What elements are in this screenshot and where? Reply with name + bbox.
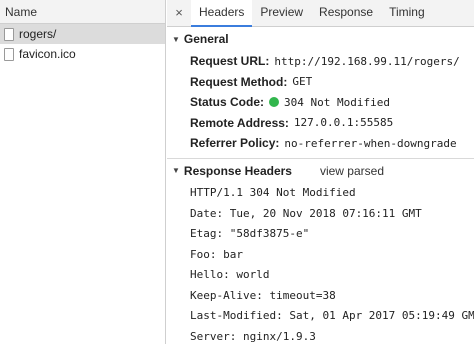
header-value: http://192.168.99.11/rogers/ [274,54,460,68]
header-key: Referrer Policy: [190,136,280,151]
triangle-down-icon: ▼ [172,34,180,44]
view-parsed-link[interactable]: view parsed [320,164,384,178]
remote-address-row: Remote Address: 127.0.0.1:55585 [167,113,474,134]
referrer-policy-row: Referrer Policy: no-referrer-when-downgr… [167,133,474,154]
request-list-panel: Name rogers/ favicon.ico [0,0,166,344]
response-headers-title: Response Headers [183,163,292,178]
status-dot-icon [269,97,280,108]
tab-timing[interactable]: Timing [381,0,433,26]
raw-header-line: Date: Tue, 20 Nov 2018 07:16:11 GMT [190,206,422,220]
file-icon [4,47,14,61]
details-tabbar: × Headers Preview Response Timing [167,0,474,27]
raw-header-line: Last-Modified: Sat, 01 Apr 2017 05:19:49… [190,309,474,323]
general-section: ▼ General Request URL: http://192.168.99… [167,27,474,154]
request-name: favicon.ico [19,47,76,61]
tab-preview[interactable]: Preview [252,0,311,26]
general-section-header[interactable]: ▼ General [167,27,474,51]
header-key: Remote Address: [190,115,289,130]
raw-header-line: Etag: "58df3875-e" [190,227,310,241]
header-value: GET [292,75,313,89]
header-value: 127.0.0.1:55585 [293,116,394,130]
request-details-panel: × Headers Preview Response Timing ▼ Gene… [167,0,474,344]
close-icon[interactable]: × [167,0,191,26]
name-column-header[interactable]: Name [0,0,165,24]
raw-header-line: Server: nginx/1.9.3 [190,329,316,343]
header-value: no-referrer-when-downgrade [284,136,457,150]
tab-response[interactable]: Response [311,0,381,26]
header-key: Request Method: [190,74,288,89]
response-headers-section: ▼ Response Headers view parsed HTTP/1.1 … [167,159,474,344]
header-value: 304 Not Modified [284,95,390,109]
request-row-favicon[interactable]: favicon.ico [0,44,165,64]
raw-header-line: Hello: world [190,268,270,282]
response-headers-section-header[interactable]: ▼ Response Headers view parsed [167,159,474,183]
status-code-row: Status Code: 304 Not Modified [167,92,474,113]
request-row-rogers[interactable]: rogers/ [0,24,165,44]
request-name: rogers/ [19,27,57,41]
raw-header-line: Keep-Alive: timeout=38 [190,288,336,302]
general-title: General [183,32,229,46]
tab-headers[interactable]: Headers [191,0,253,27]
header-key: Request URL: [190,54,270,69]
request-url-row: Request URL: http://192.168.99.11/rogers… [167,51,474,72]
triangle-down-icon: ▼ [172,166,180,175]
file-icon [4,27,14,41]
header-key: Status Code: [190,95,265,110]
raw-header-line: HTTP/1.1 304 Not Modified [190,186,356,200]
request-method-row: Request Method: GET [167,72,474,93]
raw-header-line: Foo: bar [190,247,243,261]
